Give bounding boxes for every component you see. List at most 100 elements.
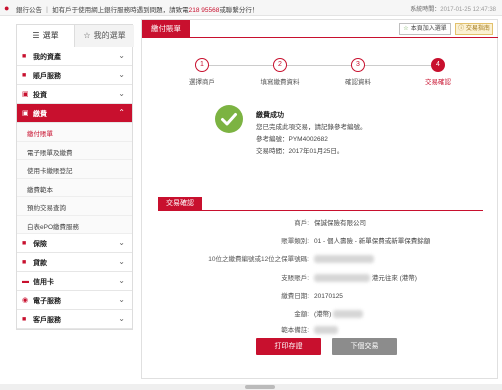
chevron-down-icon: ⌄ (118, 70, 125, 79)
horizontal-scrollbar[interactable] (0, 384, 502, 390)
chevron-up-icon: ⌃ (118, 108, 125, 117)
row-template-note: 範本備註: (142, 325, 499, 337)
sidebar-item-customer[interactable]: ■ 客戶服務 ⌄ (17, 310, 132, 329)
success-check-icon (215, 105, 243, 133)
add-to-menu-button[interactable]: ☆ 本頁加入選單 (399, 23, 451, 35)
redacted-value (333, 310, 364, 319)
step-label: 填寫繳費資料 (260, 79, 300, 86)
row-key: 賬單類別: (281, 238, 309, 245)
section-title: 交易確認 (158, 197, 202, 211)
row-policy-number: 10位之繳費編號或12位之保單號碼: (142, 254, 499, 266)
row-pay-date: 繳費日期: 20170125 (142, 291, 499, 303)
star-icon: ☆ (403, 26, 409, 32)
step-3: 3 確認資料 (318, 58, 398, 86)
submenu-scheduled[interactable]: 預約交易查詢 (17, 197, 132, 216)
step-4: 4 交易確認 (398, 58, 478, 86)
success-message: 繳費成功 您已完成此項交易，請記錄參考編號。 參考編號：PYM4002682 交… (256, 110, 367, 158)
card-icon: ▬ (22, 278, 29, 285)
row-merchant: 商戶: 保誠保險有限公司 (142, 218, 499, 230)
customer-icon: ■ (22, 316, 27, 323)
success-line: 您已完成此項交易，請記錄參考編號。 (256, 124, 367, 131)
invest-icon: ▣ (22, 91, 29, 98)
sidebar: ☰ 選單 ☆ 我的選單 ■ 我的資產 ⌄ ■ 賬戶服務 ⌄ ▣ 投資 ⌄ ▣ 繳費 ⌃ 繳付賬單 電… (16, 24, 134, 382)
header-divider (190, 37, 498, 38)
tab-my-menu[interactable]: ☆ 我的選單 (75, 25, 134, 47)
redacted-value (314, 255, 374, 264)
sidebar-item-assets[interactable]: ■ 我的資產 ⌄ (17, 47, 132, 66)
sidebar-item-card[interactable]: ▬ 信用卡 ⌄ (17, 272, 132, 291)
chevron-down-icon: ⌄ (118, 257, 125, 266)
chevron-down-icon: ⌄ (118, 295, 125, 304)
submenu-epo[interactable]: 白表ePO繳費服務 (17, 215, 132, 234)
step-number: 3 (351, 58, 365, 72)
insurance-icon: ■ (22, 240, 27, 247)
row-key: 範本備註: (281, 327, 309, 334)
row-bill-type: 賬單類別: 01 - 個人壽險 - 新單保費或新單保費餘額 (142, 236, 499, 248)
main-panel: 繳付賬單 ☆ 本頁加入選單 ⓘ 交易指南 1 選擇商戶 2 填寫繳費資料 3 確認… (141, 19, 498, 379)
row-key: 支賬賬戶: (281, 275, 309, 282)
submenu-templates[interactable]: 繳費範本 (17, 178, 132, 197)
step-label: 交易確認 (425, 79, 451, 86)
notice-text: 銀行公告 ｜ 如有戶于使用網上銀行服務時遇到問題，請致電218 95568或聯繫… (16, 7, 259, 14)
step-number: 4 (431, 58, 445, 72)
star-icon: ☆ (83, 31, 91, 40)
chevron-down-icon: ⌄ (118, 276, 125, 285)
success-title: 繳費成功 (256, 112, 284, 119)
next-transaction-button[interactable]: 下個交易 (332, 338, 397, 355)
step-2: 2 填寫繳費資料 (240, 58, 320, 86)
print-button[interactable]: 打印存證 (256, 338, 321, 355)
submenu-card-register[interactable]: 使用卡繳賬登記 (17, 160, 132, 179)
section-divider (158, 210, 483, 211)
sidebar-nav: ■ 我的資產 ⌄ ■ 賬戶服務 ⌄ ▣ 投資 ⌄ ▣ 繳費 ⌃ 繳付賬單 電子賬單及繳費 使用卡… (16, 46, 133, 330)
chevron-down-icon: ⌄ (118, 51, 125, 60)
sidebar-item-eservice[interactable]: ◉ 電子服務 ⌄ (17, 291, 132, 310)
step-label: 選擇商戶 (189, 79, 215, 86)
system-clock: 系統時間：2017-01-25 12:47:38 (410, 7, 496, 13)
list-icon: ☰ (32, 31, 40, 40)
bell-icon: ● (4, 3, 10, 13)
sidebar-tabs: ☰ 選單 ☆ 我的選單 (16, 24, 134, 47)
submenu-pay-bills[interactable]: 繳付賬單 (17, 123, 132, 142)
scrollbar-thumb[interactable] (245, 385, 275, 389)
transaction-time: 交易時間：2017年01月25日。 (256, 148, 344, 155)
payment-icon: ▣ (22, 110, 29, 117)
sidebar-item-account[interactable]: ■ 賬戶服務 ⌄ (17, 66, 132, 85)
row-key: 繳費日期: (281, 293, 309, 300)
step-label: 確認資料 (345, 79, 371, 86)
loan-icon: ■ (22, 259, 27, 266)
row-value: 港元往來 (港幣) (314, 273, 417, 285)
notice-bar: ● 銀行公告 ｜ 如有戶于使用網上銀行服務時遇到問題，請致電218 95568或… (0, 0, 502, 16)
progress-stepper: 1 選擇商戶 2 填寫繳費資料 3 確認資料 4 交易確認 (162, 58, 482, 88)
tab-menu[interactable]: ☰ 選單 (17, 25, 75, 47)
sidebar-item-insurance[interactable]: ■ 保險 ⌄ (17, 234, 132, 253)
sidebar-item-payment[interactable]: ▣ 繳費 ⌃ (17, 104, 132, 123)
row-value: 20170125 (314, 293, 343, 300)
row-value: 保誠保險有限公司 (314, 220, 366, 227)
help-icon: ⓘ (458, 26, 466, 32)
step-number: 1 (195, 58, 209, 72)
row-key: 金額: (294, 311, 309, 318)
page-title: 繳付賬單 (142, 20, 190, 38)
step-number: 2 (273, 58, 287, 72)
chevron-down-icon: ⌄ (118, 89, 125, 98)
row-value (314, 254, 374, 266)
eservice-icon: ◉ (22, 297, 29, 304)
row-key: 10位之繳費編號或12位之保單號碼: (208, 256, 309, 263)
redacted-value (314, 274, 370, 283)
row-value: 01 - 個人壽險 - 新單保費或新單保費餘額 (314, 238, 431, 245)
chevron-down-icon: ⌄ (118, 238, 125, 247)
submenu-ebill[interactable]: 電子賬單及繳費 (17, 141, 132, 160)
sidebar-item-loan[interactable]: ■ 貸款 ⌄ (17, 253, 132, 272)
reference-number: 參考編號：PYM4002682 (256, 136, 328, 143)
row-debit-account: 支賬賬戶: 港元往來 (港幣) (142, 273, 499, 285)
account-icon: ■ (22, 72, 27, 79)
guide-button[interactable]: ⓘ 交易指南 (455, 23, 493, 35)
row-value (314, 325, 338, 337)
row-amount: 金額: (港幣) (142, 309, 499, 321)
dollar-icon: ■ (22, 53, 27, 60)
row-value: (港幣) (314, 309, 364, 321)
sidebar-item-invest[interactable]: ▣ 投資 ⌄ (17, 85, 132, 104)
row-key: 商戶: (294, 220, 309, 227)
redacted-value (314, 326, 338, 335)
chevron-down-icon: ⌄ (118, 314, 125, 323)
